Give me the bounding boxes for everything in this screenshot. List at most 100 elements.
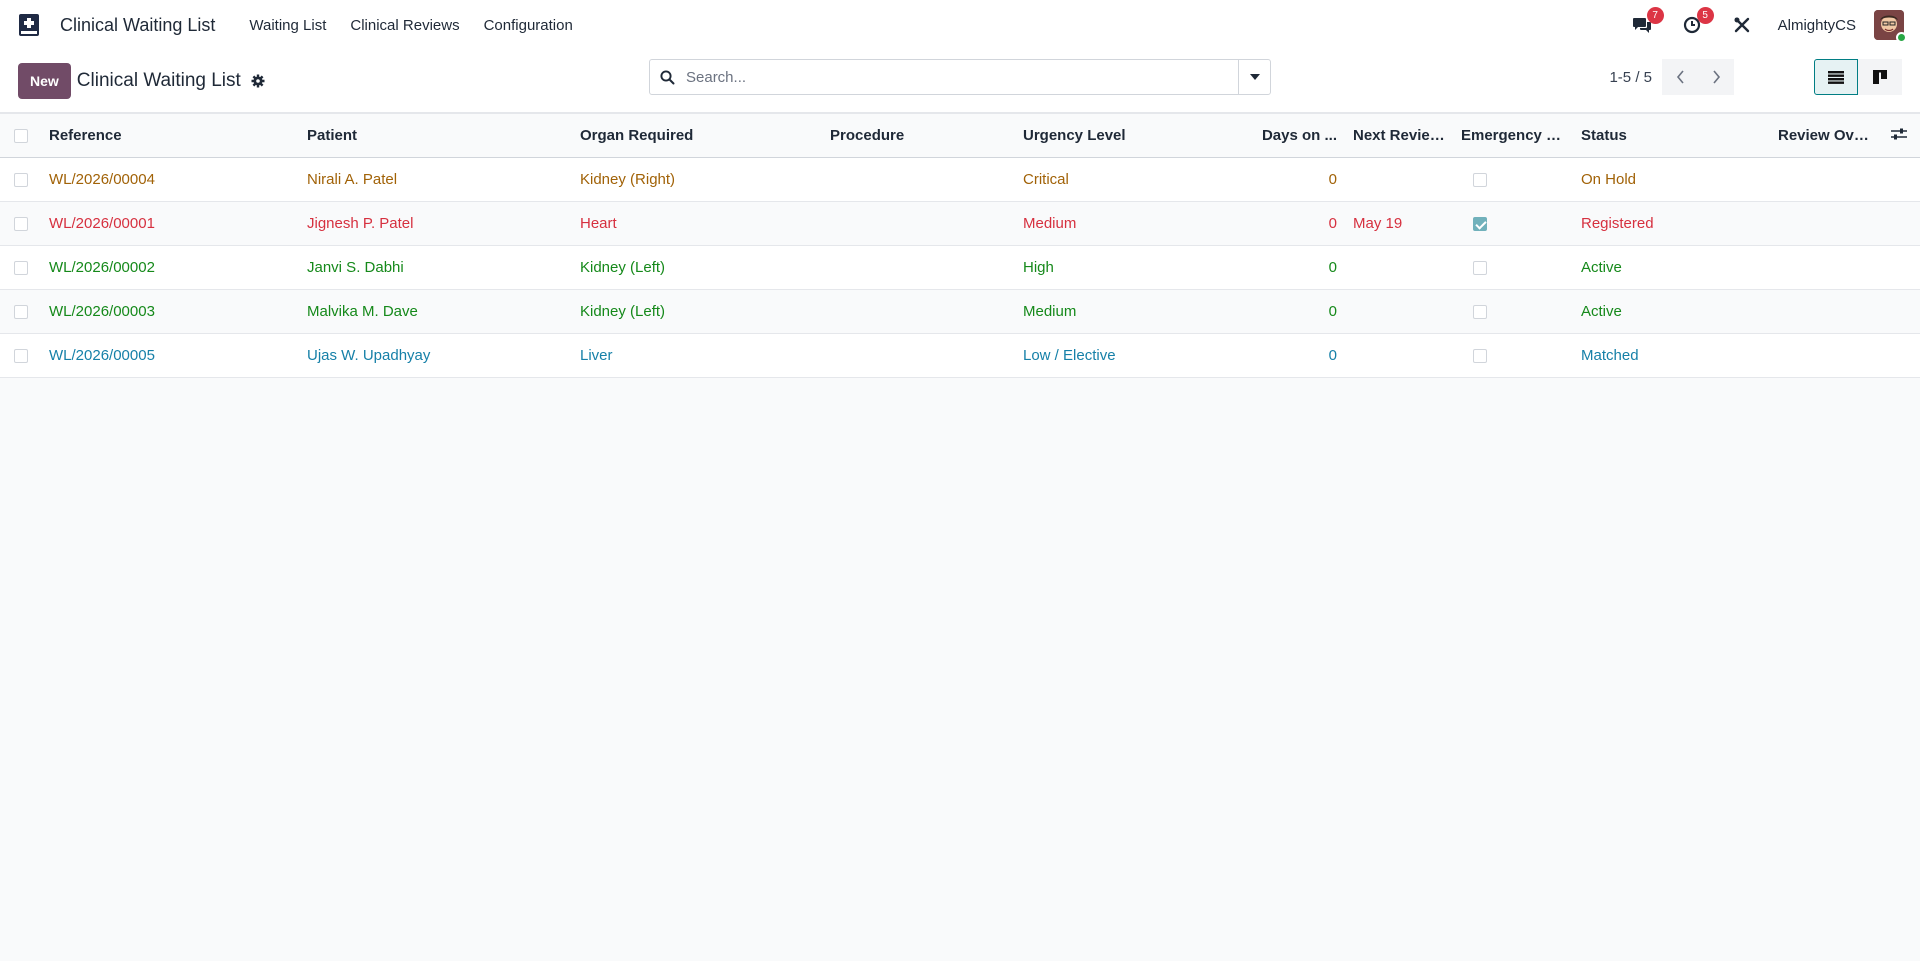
messages-badge: 7 [1646, 7, 1664, 24]
list-view-icon[interactable] [1814, 59, 1858, 95]
app-name[interactable]: Clinical Waiting List [60, 15, 215, 36]
search-input[interactable] [684, 67, 1238, 87]
row-procedure[interactable] [822, 290, 1015, 334]
row-review-overdue[interactable] [1770, 334, 1883, 378]
row-patient[interactable]: Nirali A. Patel [299, 158, 572, 202]
row-patient[interactable]: Ujas W. Upadhyay [299, 334, 572, 378]
row-next-review[interactable] [1345, 158, 1453, 202]
column-header-organ[interactable]: Organ Required [572, 114, 822, 158]
row-reference[interactable]: WL/2026/00005 [41, 334, 299, 378]
row-reference[interactable]: WL/2026/00001 [41, 202, 299, 246]
row-spacer [1883, 290, 1920, 334]
medical-book-icon[interactable] [16, 12, 42, 38]
activities-badge: 5 [1696, 7, 1714, 24]
row-organ[interactable]: Kidney (Left) [572, 246, 822, 290]
row-organ[interactable]: Kidney (Left) [572, 290, 822, 334]
row-review-overdue[interactable] [1770, 158, 1883, 202]
kanban-view-icon[interactable] [1858, 59, 1902, 95]
column-header-emergency[interactable]: Emergency / ... [1453, 114, 1573, 158]
row-emergency-checkbox [1453, 158, 1573, 202]
row-days[interactable]: 0 [1248, 290, 1345, 334]
table-row[interactable]: WL/2026/00005 Ujas W. Upadhyay Liver Low / … [0, 333, 1920, 378]
row-procedure[interactable] [822, 158, 1015, 202]
row-select-checkbox[interactable] [0, 158, 41, 202]
row-next-review[interactable] [1345, 334, 1453, 378]
table-row[interactable]: WL/2026/00001 Jignesh P. Patel Heart Medium… [0, 201, 1920, 246]
row-emergency-checkbox [1453, 290, 1573, 334]
row-days[interactable]: 0 [1248, 158, 1345, 202]
row-status[interactable]: Active [1573, 290, 1770, 334]
table-row[interactable]: WL/2026/00002 Janvi S. Dabhi Kidney (Left)… [0, 245, 1920, 290]
row-status[interactable]: On Hold [1573, 158, 1770, 202]
row-status[interactable]: Registered [1573, 202, 1770, 246]
chevron-left-icon[interactable] [1662, 59, 1698, 95]
row-select-checkbox[interactable] [0, 334, 41, 378]
row-urgency[interactable]: Medium [1015, 290, 1248, 334]
new-button[interactable]: New [18, 63, 71, 99]
row-urgency[interactable]: Medium [1015, 202, 1248, 246]
row-days[interactable]: 0 [1248, 334, 1345, 378]
row-urgency[interactable]: Low / Elective [1015, 334, 1248, 378]
row-patient[interactable]: Malvika M. Dave [299, 290, 572, 334]
column-header-reference[interactable]: Reference [41, 114, 299, 158]
clock-icon[interactable]: 5 [1678, 7, 1714, 39]
chevron-right-icon[interactable] [1698, 59, 1734, 95]
chat-icon[interactable]: 7 [1628, 7, 1664, 39]
search-icon [650, 69, 684, 85]
row-next-review[interactable]: May 19 [1345, 202, 1453, 246]
user-name[interactable]: AlmightyCS [1778, 17, 1856, 34]
top-navbar: Clinical Waiting List Waiting List Clini… [0, 0, 1920, 50]
row-procedure[interactable] [822, 334, 1015, 378]
row-days[interactable]: 0 [1248, 246, 1345, 290]
row-reference[interactable]: WL/2026/00004 [41, 158, 299, 202]
caret-down-icon[interactable] [1238, 60, 1270, 94]
menu-configuration[interactable]: Configuration [472, 17, 585, 34]
tools-icon[interactable] [1728, 11, 1756, 39]
table-row[interactable]: WL/2026/00004 Nirali A. Patel Kidney (Righ… [0, 157, 1920, 202]
row-spacer [1883, 158, 1920, 202]
row-review-overdue[interactable] [1770, 202, 1883, 246]
row-procedure[interactable] [822, 246, 1015, 290]
row-next-review[interactable] [1345, 290, 1453, 334]
row-reference[interactable]: WL/2026/00002 [41, 246, 299, 290]
avatar[interactable] [1874, 10, 1907, 43]
row-organ[interactable]: Kidney (Right) [572, 158, 822, 202]
menu-clinical-reviews[interactable]: Clinical Reviews [338, 17, 471, 34]
row-patient[interactable]: Janvi S. Dabhi [299, 246, 572, 290]
row-urgency[interactable]: Critical [1015, 158, 1248, 202]
gear-icon[interactable] [250, 73, 266, 89]
pager: 1-5 / 5 [1609, 59, 1734, 95]
row-spacer [1883, 202, 1920, 246]
row-procedure[interactable] [822, 202, 1015, 246]
row-select-checkbox[interactable] [0, 246, 41, 290]
column-header-patient[interactable]: Patient [299, 114, 572, 158]
row-status[interactable]: Matched [1573, 334, 1770, 378]
row-review-overdue[interactable] [1770, 246, 1883, 290]
column-settings-icon[interactable] [1883, 114, 1920, 158]
row-reference[interactable]: WL/2026/00003 [41, 290, 299, 334]
row-organ[interactable]: Heart [572, 202, 822, 246]
row-organ[interactable]: Liver [572, 334, 822, 378]
column-header-procedure[interactable]: Procedure [822, 114, 1015, 158]
column-header-review-overdue[interactable]: Review Overd... [1770, 114, 1883, 158]
column-header-days[interactable]: Days on ... [1248, 114, 1345, 158]
row-next-review[interactable] [1345, 246, 1453, 290]
column-header-status[interactable]: Status [1573, 114, 1770, 158]
list-view: Reference Patient Organ Required Procedu… [0, 113, 1920, 378]
column-header-next-review[interactable]: Next Review... [1345, 114, 1453, 158]
row-select-checkbox[interactable] [0, 202, 41, 246]
row-spacer [1883, 334, 1920, 378]
row-review-overdue[interactable] [1770, 290, 1883, 334]
row-emergency-checkbox [1453, 334, 1573, 378]
column-header-urgency[interactable]: Urgency Level [1015, 114, 1248, 158]
row-select-checkbox[interactable] [0, 290, 41, 334]
row-urgency[interactable]: High [1015, 246, 1248, 290]
row-days[interactable]: 0 [1248, 202, 1345, 246]
menu-waiting-list[interactable]: Waiting List [237, 17, 338, 34]
table-row[interactable]: WL/2026/00003 Malvika M. Dave Kidney (Left… [0, 289, 1920, 334]
row-patient[interactable]: Jignesh P. Patel [299, 202, 572, 246]
waiting-list-table: Reference Patient Organ Required Procedu… [0, 113, 1920, 378]
row-status[interactable]: Active [1573, 246, 1770, 290]
pager-value[interactable]: 1-5 / 5 [1609, 69, 1652, 86]
select-all-checkbox[interactable] [0, 114, 41, 158]
